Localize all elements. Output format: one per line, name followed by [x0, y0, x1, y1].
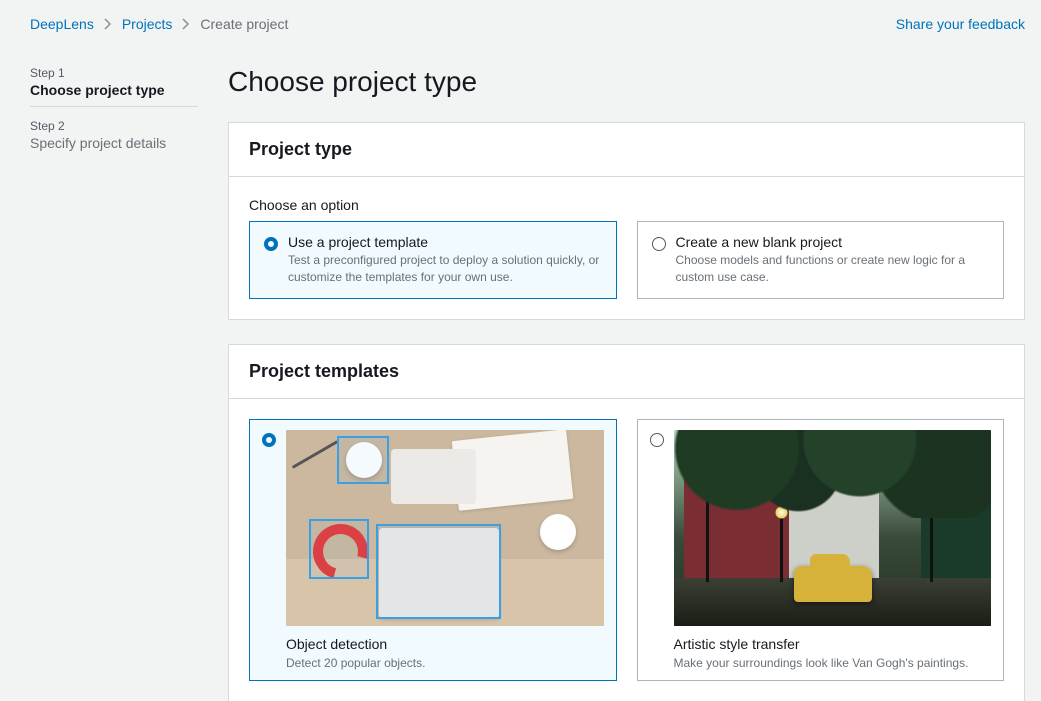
template-style-transfer-desc: Make your surroundings look like Van Gog…	[674, 656, 992, 670]
page-title: Choose project type	[228, 66, 1025, 98]
chevron-right-icon	[104, 18, 112, 30]
step-1[interactable]: Step 1 Choose project type	[30, 66, 198, 107]
radio-icon	[650, 433, 664, 447]
option-use-template[interactable]: Use a project template Test a preconfigu…	[249, 221, 617, 299]
template-style-transfer-title: Artistic style transfer	[674, 636, 992, 652]
panel-project-templates: Project templates	[228, 344, 1025, 701]
chevron-right-icon	[182, 18, 190, 30]
radio-icon	[264, 237, 278, 251]
option-blank-project[interactable]: Create a new blank project Choose models…	[637, 221, 1005, 299]
option-blank-project-desc: Choose models and functions or create ne…	[676, 252, 990, 286]
step-2-title: Specify project details	[30, 135, 198, 151]
breadcrumb: DeepLens Projects Create project	[30, 16, 288, 32]
share-feedback-link[interactable]: Share your feedback	[896, 16, 1025, 32]
breadcrumb-current: Create project	[200, 16, 288, 32]
radio-icon	[262, 433, 276, 447]
radio-icon	[652, 237, 666, 251]
template-object-detection[interactable]: Object detection Detect 20 popular objec…	[249, 419, 617, 681]
panel-project-type: Project type Choose an option Use a proj…	[228, 122, 1025, 320]
option-blank-project-title: Create a new blank project	[676, 234, 990, 250]
step-2[interactable]: Step 2 Specify project details	[30, 119, 198, 159]
option-use-template-title: Use a project template	[288, 234, 602, 250]
panel-project-templates-header: Project templates	[249, 361, 1004, 382]
template-object-detection-title: Object detection	[286, 636, 604, 652]
stepper: Step 1 Choose project type Step 2 Specif…	[30, 66, 198, 701]
step-1-title: Choose project type	[30, 82, 198, 98]
panel-project-type-header: Project type	[249, 139, 1004, 160]
template-style-transfer[interactable]: Artistic style transfer Make your surrou…	[637, 419, 1005, 681]
breadcrumb-projects[interactable]: Projects	[122, 16, 173, 32]
template-style-transfer-image	[674, 430, 992, 626]
breadcrumb-root[interactable]: DeepLens	[30, 16, 94, 32]
option-use-template-desc: Test a preconfigured project to deploy a…	[288, 252, 602, 286]
template-object-detection-image	[286, 430, 604, 626]
choose-option-label: Choose an option	[249, 197, 1004, 213]
step-1-label: Step 1	[30, 66, 198, 80]
step-2-label: Step 2	[30, 119, 198, 133]
template-object-detection-desc: Detect 20 popular objects.	[286, 656, 604, 670]
